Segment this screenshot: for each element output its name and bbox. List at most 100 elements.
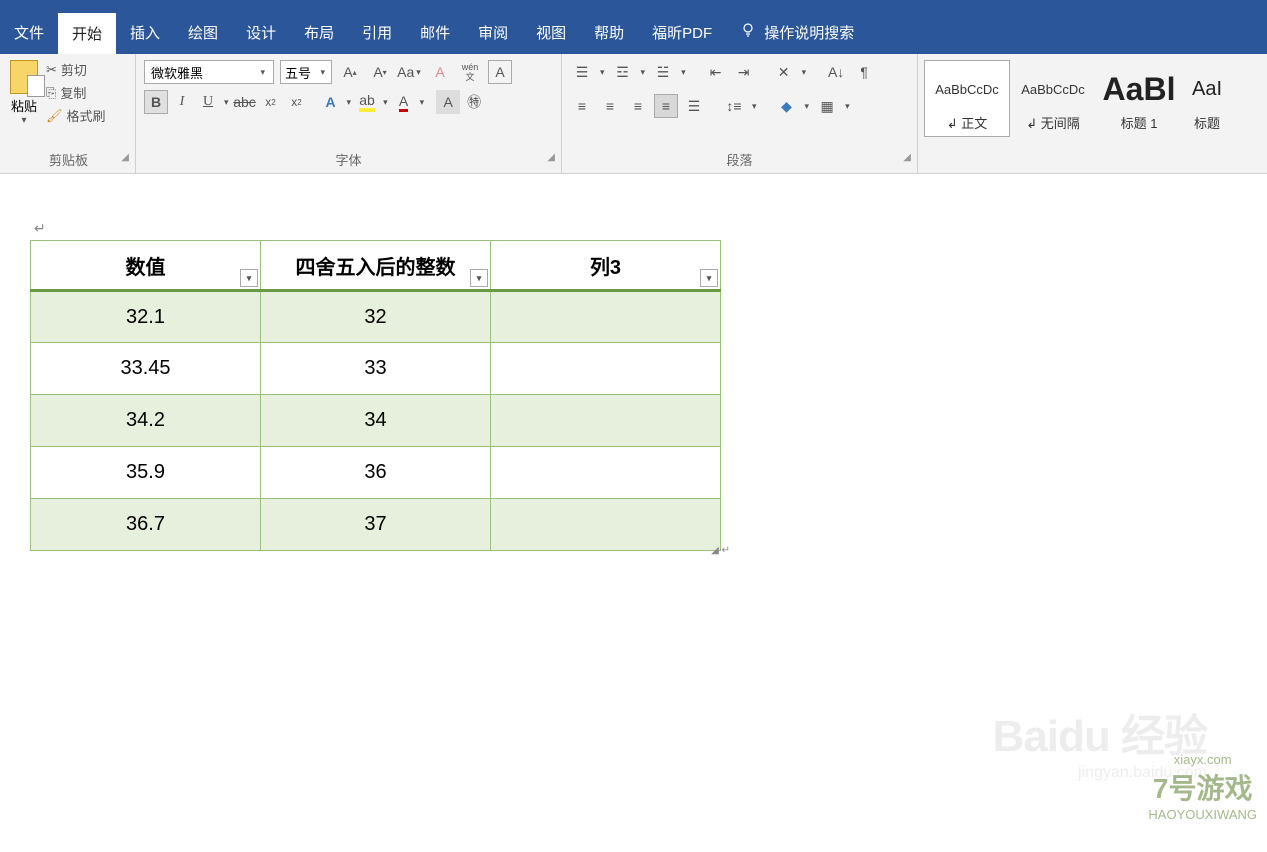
paragraph-launcher[interactable]: ◢: [903, 152, 911, 163]
filter-dropdown[interactable]: ▾: [470, 269, 488, 287]
underline-dropdown[interactable]: ▾: [222, 97, 231, 108]
style-heading2[interactable]: AaI 标题: [1182, 60, 1232, 137]
highlight-button[interactable]: ab: [355, 90, 379, 114]
bullets-dropdown[interactable]: ▾: [598, 67, 607, 78]
align-center-button[interactable]: ≡: [598, 94, 622, 118]
table-header: 四舍五入后的整数 ▾: [261, 241, 491, 291]
th1: 四舍五入后的整数: [296, 257, 456, 279]
superscript-button[interactable]: x2: [285, 90, 309, 114]
tab-review[interactable]: 审阅: [464, 12, 522, 53]
align-right-button[interactable]: ≡: [626, 94, 650, 118]
group-font-label: 字体: [335, 153, 361, 168]
shrink-font-button[interactable]: A▾: [368, 60, 392, 84]
bullets-button[interactable]: ☰: [570, 60, 594, 84]
font-size-select[interactable]: 五号 ▾: [280, 60, 332, 84]
table-cell[interactable]: [491, 447, 721, 499]
align-left-button[interactable]: ≡: [570, 94, 594, 118]
copy-button[interactable]: ⎘ 复制: [46, 83, 106, 102]
table-cell[interactable]: 34.2: [31, 395, 261, 447]
cut-label: 剪切: [61, 60, 87, 79]
text-effects-button[interactable]: A: [319, 90, 343, 114]
table-cell[interactable]: 33.45: [31, 343, 261, 395]
tab-file[interactable]: 文件: [0, 12, 58, 53]
table-cell[interactable]: 34: [261, 395, 491, 447]
tab-layout[interactable]: 布局: [290, 12, 348, 53]
copy-icon: ⎘: [46, 85, 56, 101]
format-painter-button[interactable]: 🖌 格式刷: [46, 106, 106, 125]
sort-button[interactable]: A↓: [824, 60, 848, 84]
strikethrough-button[interactable]: abc: [233, 90, 257, 114]
highlight-dropdown[interactable]: ▾: [381, 97, 390, 108]
table-resize-handle-icon[interactable]: ◢ ↵: [711, 545, 730, 556]
tab-home[interactable]: 开始: [58, 11, 116, 54]
font-name-select[interactable]: 微软雅黑 ▾: [144, 60, 274, 84]
decrease-indent-button[interactable]: ⇤: [704, 60, 728, 84]
style-normal-label: ↲ 正文: [927, 113, 1007, 132]
document-area[interactable]: ↵ 数值 ▾ 四舍五入后的整数 ▾ 列3 ▾ 32.1 32 33.45 33: [0, 174, 1267, 581]
cut-button[interactable]: ✂ 剪切: [46, 60, 106, 79]
paste-button[interactable]: 粘贴 ▾: [10, 60, 38, 126]
grow-font-button[interactable]: A▴: [338, 60, 362, 84]
table-cell[interactable]: 32: [261, 291, 491, 343]
clear-format-button[interactable]: A: [428, 60, 452, 84]
table-cell[interactable]: [491, 395, 721, 447]
numbering-button[interactable]: ☲: [611, 60, 635, 84]
tab-insert[interactable]: 插入: [116, 12, 174, 53]
tab-draw[interactable]: 绘图: [174, 12, 232, 53]
group-paragraph-label: 段落: [726, 153, 752, 168]
tell-me-search[interactable]: 操作说明搜索: [726, 22, 868, 43]
chinese-layout-button[interactable]: ✕: [772, 60, 796, 84]
filter-dropdown[interactable]: ▾: [240, 269, 258, 287]
table-cell[interactable]: [491, 343, 721, 395]
multilevel-button[interactable]: ☱: [651, 60, 675, 84]
distributed-button[interactable]: ☰: [682, 94, 706, 118]
font-launcher[interactable]: ◢: [547, 152, 555, 163]
font-color-dropdown[interactable]: ▾: [418, 97, 427, 108]
paste-dropdown[interactable]: ▾: [10, 115, 38, 126]
tab-mailings[interactable]: 邮件: [406, 12, 464, 53]
table-cell[interactable]: 36: [261, 447, 491, 499]
table-cell[interactable]: 32.1: [31, 291, 261, 343]
table-row: 36.7 37 ◢ ↵: [31, 499, 721, 551]
enclose-char-button[interactable]: ㊕: [462, 90, 486, 114]
style-nospace[interactable]: AaBbCcDc ↲ 无间隔: [1010, 60, 1096, 137]
char-shading-button[interactable]: A: [436, 90, 460, 114]
line-spacing-button[interactable]: ↕≡: [722, 94, 746, 118]
line-spacing-dropdown[interactable]: ▾: [750, 101, 759, 112]
increase-indent-button[interactable]: ⇥: [732, 60, 756, 84]
borders-button[interactable]: ▦: [815, 94, 839, 118]
italic-button[interactable]: I: [170, 90, 194, 114]
text-effects-dropdown[interactable]: ▾: [345, 97, 354, 108]
subscript-button[interactable]: x2: [259, 90, 283, 114]
change-case-button[interactable]: Aa▾: [398, 60, 422, 84]
tab-references[interactable]: 引用: [348, 12, 406, 53]
numbering-dropdown[interactable]: ▾: [639, 67, 648, 78]
borders-dropdown[interactable]: ▾: [843, 101, 852, 112]
table-cell[interactable]: 33: [261, 343, 491, 395]
font-color-button[interactable]: A: [392, 90, 416, 114]
table-cell[interactable]: [491, 291, 721, 343]
tab-help[interactable]: 帮助: [580, 12, 638, 53]
justify-button[interactable]: ≡: [654, 94, 678, 118]
table-cell[interactable]: ◢ ↵: [491, 499, 721, 551]
tab-view[interactable]: 视图: [522, 12, 580, 53]
tab-foxitpdf[interactable]: 福昕PDF: [638, 12, 726, 53]
style-heading1[interactable]: AaBl 标题 1: [1096, 60, 1182, 137]
style-normal[interactable]: AaBbCcDc ↲ 正文: [924, 60, 1010, 137]
show-marks-button[interactable]: ¶: [852, 60, 876, 84]
bold-button[interactable]: B: [144, 90, 168, 114]
tab-design[interactable]: 设计: [232, 12, 290, 53]
table-cell[interactable]: 36.7: [31, 499, 261, 551]
multilevel-dropdown[interactable]: ▾: [679, 67, 688, 78]
underline-button[interactable]: U: [196, 90, 220, 114]
group-font: 微软雅黑 ▾ 五号 ▾ A▴ A▾ Aa▾ A wén 文 A B I: [136, 54, 562, 173]
table-cell[interactable]: 37: [261, 499, 491, 551]
table-cell[interactable]: 35.9: [31, 447, 261, 499]
filter-dropdown[interactable]: ▾: [700, 269, 718, 287]
phonetic-guide-button[interactable]: wén 文: [458, 60, 482, 84]
shading-dropdown[interactable]: ▾: [803, 101, 812, 112]
shading-button[interactable]: ◆: [775, 94, 799, 118]
clipboard-launcher[interactable]: ◢: [121, 152, 129, 163]
char-border-button[interactable]: A: [488, 60, 512, 84]
chinese-layout-dropdown[interactable]: ▾: [800, 67, 809, 78]
